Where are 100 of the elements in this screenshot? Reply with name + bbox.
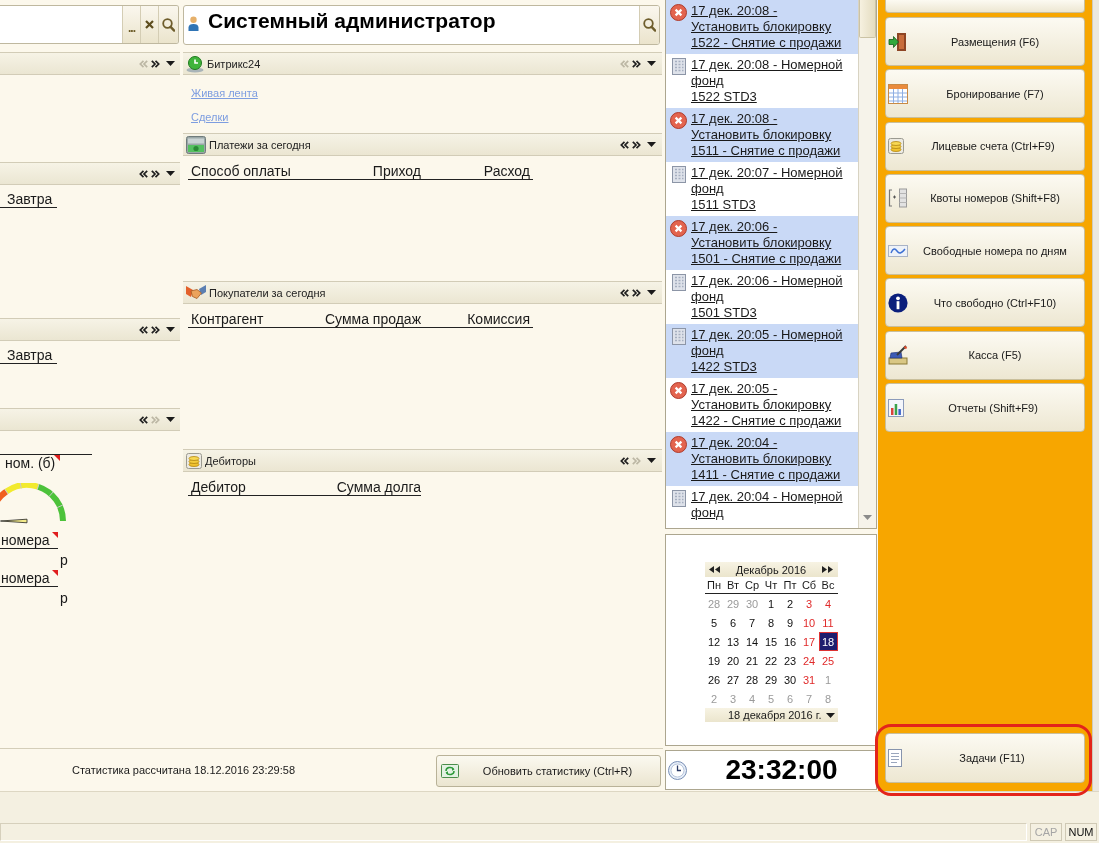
- caret-down-icon[interactable]: [647, 290, 656, 295]
- clock-time: 23:32:00: [724, 754, 839, 786]
- calendar-day[interactable]: 28: [742, 670, 762, 689]
- calendar-day[interactable]: 19: [704, 651, 724, 670]
- caret-down-icon[interactable]: [166, 327, 175, 332]
- column-header: Завтра: [6, 347, 54, 363]
- double-chevron-left-icon[interactable]: [620, 140, 629, 149]
- weekday-label: Вт: [726, 578, 740, 593]
- double-chevron-right-icon[interactable]: [632, 140, 641, 149]
- nav-button[interactable]: Свободные номера по дням: [885, 226, 1085, 276]
- document-list-icon: [888, 749, 902, 767]
- calendar-day[interactable]: 29: [761, 670, 781, 689]
- calendar-day[interactable]: 30: [780, 670, 800, 689]
- door-arrow-icon: [888, 31, 908, 52]
- calendar-day[interactable]: 31: [799, 670, 819, 689]
- event-link[interactable]: 17 дек. 20:08 - Номерной фонд 1522 STD3: [691, 57, 843, 105]
- calendar-day[interactable]: 6: [723, 613, 743, 632]
- weekday-label: Ср: [743, 578, 761, 593]
- calendar-day[interactable]: 8: [761, 613, 781, 632]
- event-link[interactable]: 17 дек. 20:04 - Номерной фонд: [691, 489, 843, 521]
- double-chevron-right-icon[interactable]: [151, 169, 160, 178]
- nav-button[interactable]: Квоты номеров (Shift+F8): [885, 173, 1085, 223]
- calendar-day[interactable]: 20: [723, 651, 743, 670]
- column-header: Комиссия: [466, 311, 531, 327]
- double-chevron-left-icon[interactable]: [620, 288, 629, 297]
- calendar-day[interactable]: 15: [761, 632, 781, 651]
- calendar-day[interactable]: 4: [818, 594, 838, 613]
- double-chevron-left-icon[interactable]: [139, 325, 148, 334]
- event-link[interactable]: 17 дек. 20:07 - Номерной фонд 1511 STD3: [691, 165, 843, 213]
- status-text: Статистика рассчитана 18.12.2016 23:29:58: [72, 764, 296, 776]
- calendar-day[interactable]: 27: [723, 670, 743, 689]
- nav-button[interactable]: Лицевые счета (Ctrl+F9): [885, 121, 1085, 171]
- banknotes-icon: [186, 135, 206, 154]
- event-link[interactable]: 17 дек. 20:05 - Установить блокировку 1422 - Снятие с продажи: [691, 381, 842, 429]
- scrollbar-thumb[interactable]: [859, 0, 876, 38]
- calendar-day[interactable]: 13: [723, 632, 743, 651]
- calendar-day[interactable]: 18: [818, 632, 838, 651]
- calendar-day[interactable]: 9: [780, 613, 800, 632]
- date-field[interactable]: 18 декабря 2016 г.: [704, 708, 838, 722]
- double-chevron-left-icon[interactable]: [139, 169, 148, 178]
- coins-icon: [186, 452, 202, 469]
- double-chevron-left-icon[interactable]: [620, 456, 629, 465]
- double-triangle-right-icon[interactable]: [822, 566, 834, 573]
- caret-down-icon[interactable]: [825, 712, 835, 718]
- double-chevron-right-icon[interactable]: [151, 59, 160, 68]
- wave-chart-icon: [888, 244, 908, 257]
- bar-chart-icon: [888, 398, 904, 417]
- bar-column-icon: [888, 188, 908, 209]
- calendar-day[interactable]: 3: [799, 594, 819, 613]
- calendar-day[interactable]: 16: [780, 632, 800, 651]
- building-icon: [672, 274, 686, 291]
- caret-down-icon[interactable]: [647, 61, 656, 66]
- calendar-day[interactable]: 17: [799, 632, 819, 651]
- double-chevron-right-icon[interactable]: [632, 59, 641, 68]
- double-triangle-left-icon[interactable]: [708, 566, 720, 573]
- event-link[interactable]: 17 дек. 20:06 - Номерной фонд 1501 STD3: [691, 273, 843, 321]
- double-chevron-left-icon[interactable]: [139, 415, 148, 424]
- calendar-day[interactable]: 5: [704, 613, 724, 632]
- calendar-day[interactable]: 26: [704, 670, 724, 689]
- coins-icon: [888, 138, 904, 155]
- panel-title: Битрикс24: [207, 57, 261, 70]
- calendar-day[interactable]: 23: [780, 651, 800, 670]
- key-indicator: NUM: [1065, 823, 1097, 841]
- refresh-button[interactable]: Обновить статистику (Ctrl+R): [436, 755, 661, 787]
- calendar-day[interactable]: 2: [780, 594, 800, 613]
- refresh-icon: [441, 764, 459, 778]
- calendar-day[interactable]: 24: [799, 651, 819, 670]
- nav-button[interactable]: Размещения (F6): [885, 17, 1085, 66]
- caret-down-icon[interactable]: [647, 458, 656, 463]
- caret-down-icon[interactable]: [647, 142, 656, 147]
- unit-label: р: [60, 590, 68, 606]
- calendar-day[interactable]: 25: [818, 651, 838, 670]
- clock-icon: [186, 54, 204, 73]
- panel-title: Платежи за сегодня: [209, 138, 311, 151]
- calendar-day[interactable]: 22: [761, 651, 781, 670]
- caret-down-icon[interactable]: [166, 417, 175, 422]
- calendar-day[interactable]: 1: [761, 594, 781, 613]
- double-chevron-right-icon[interactable]: [151, 325, 160, 334]
- nav-button[interactable]: Касса (F5): [885, 330, 1085, 380]
- nav-button[interactable]: Задачи (F11): [885, 733, 1085, 783]
- scrollbar[interactable]: [858, 0, 876, 528]
- calendar-day[interactable]: 7: [742, 613, 762, 632]
- cross-circle-icon: [670, 436, 687, 453]
- nav-button[interactable]: Что свободно (Ctrl+F10): [885, 278, 1085, 328]
- column-header: Сумма долга: [335, 479, 421, 495]
- cross-circle-icon: [670, 220, 687, 237]
- field-label: номера: [0, 532, 51, 548]
- calendar-day[interactable]: 21: [742, 651, 762, 670]
- caret-down-icon[interactable]: [166, 61, 175, 66]
- calendar-day[interactable]: 10: [799, 613, 819, 632]
- column-header: Завтра: [6, 191, 54, 207]
- nav-button[interactable]: Отчеты (Shift+F9): [885, 383, 1085, 433]
- calendar-day[interactable]: 14: [742, 632, 762, 651]
- building-icon: [672, 490, 686, 507]
- double-chevron-right-icon[interactable]: [632, 288, 641, 297]
- panel-title: Дебиторы: [205, 454, 256, 467]
- caret-down-icon[interactable]: [166, 171, 175, 176]
- calendar-day[interactable]: 11: [818, 613, 838, 632]
- calendar-day[interactable]: 12: [704, 632, 724, 651]
- nav-button[interactable]: Бронирование (F7): [885, 69, 1085, 119]
